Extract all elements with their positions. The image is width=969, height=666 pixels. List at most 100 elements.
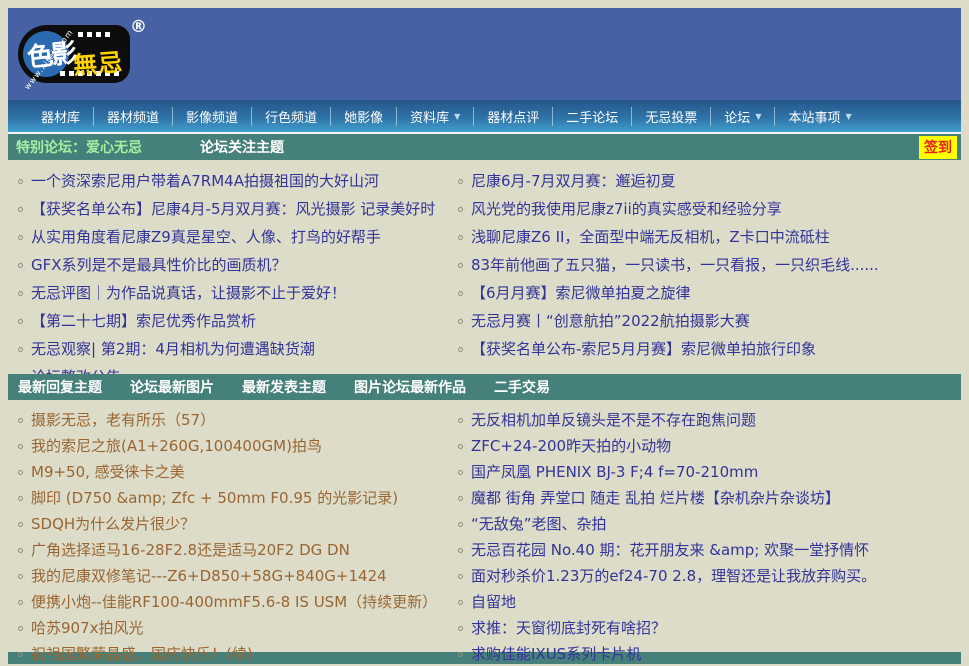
topic-link[interactable]: 无忌月赛丨“创意航拍”2022航拍摄影大赛 [471, 312, 750, 330]
bullet-icon [18, 496, 23, 501]
topic-link[interactable]: 祝祖国繁荣昌盛，国庆快乐！(续) [31, 645, 253, 663]
bullet-icon [18, 626, 23, 631]
bullet-icon [18, 347, 23, 352]
topic-link[interactable]: 面对秒杀价1.23万的ef24-70 2.8，理智还是让我放弃购买。 [471, 567, 876, 585]
topic-link[interactable]: 魔都 街角 弄堂口 随走 乱拍 烂片楼【杂机杂片杂谈坊】 [471, 489, 840, 507]
topic-list-item: M9+50, 感受徕卡之美 [18, 459, 448, 485]
topic-list-item: 风光党的我使用尼康z7ii的真实感受和经验分享 [458, 195, 961, 223]
topic-list-item: 浅聊尼康Z6 II，全面型中端无反相机，Z卡口中流砥柱 [458, 223, 961, 251]
nav-item[interactable]: 行色频道 [252, 107, 331, 126]
bullet-icon [18, 319, 23, 324]
nav-item[interactable]: 影像频道 [173, 107, 252, 126]
topic-tab[interactable]: 最新回复主题 [18, 377, 102, 397]
topic-list-item: 无忌月赛丨“创意航拍”2022航拍摄影大赛 [458, 307, 961, 335]
topic-link[interactable]: 摄影无忌，老有所乐（57） [31, 411, 215, 429]
topic-link[interactable]: 哈苏907x拍风光 [31, 619, 144, 637]
topic-tabs: 最新回复主题 论坛最新图片 最新发表主题 图片论坛最新作品 二手交易 [16, 377, 550, 397]
topic-tab[interactable]: 二手交易 [494, 377, 550, 397]
topic-list-item: GFX系列是不是最具性价比的画质机？ [18, 251, 448, 279]
topic-link[interactable]: 自留地 [471, 593, 516, 611]
topic-list-item: 无忌评图｜为作品说真话，让摄影不止于爱好！ [18, 279, 448, 307]
topic-link[interactable]: 浅聊尼康Z6 II，全面型中端无反相机，Z卡口中流砥柱 [471, 228, 830, 246]
logo-filmstrip-shape: 色影 無忌 www.xitek.com [20, 27, 128, 81]
topic-list-item: 无忌百花园 No.40 期：花开朋友来 &amp; 欢聚一堂抒情怀 [458, 537, 961, 563]
topic-link[interactable]: M9+50, 感受徕卡之美 [31, 463, 185, 481]
nav-item[interactable]: 器材频道 [94, 107, 173, 126]
topic-link[interactable]: 尼康6月-7月双月赛：邂逅初夏 [471, 172, 676, 190]
topic-list-item: 我的索尼之旅(A1+260G,100400GM)拍鸟 [18, 433, 448, 459]
topic-link[interactable]: “无敌兔”老图、杂拍 [471, 515, 607, 533]
bullet-icon [458, 319, 463, 324]
topic-list-item: 无忌观察| 第2期：4月相机为何遭遇缺货潮 [18, 335, 448, 363]
topic-link[interactable]: ZFC+24-200昨天拍的小动物 [471, 437, 671, 455]
site-logo[interactable]: 色影 無忌 www.xitek.com ® [20, 21, 160, 85]
bullet-icon [458, 347, 463, 352]
bullet-icon [458, 470, 463, 475]
special-forum-link[interactable]: 特别论坛：爱心无忌 [16, 137, 142, 157]
signin-button[interactable]: 签到 [919, 136, 957, 159]
topic-link[interactable]: GFX系列是不是最具性价比的画质机？ [31, 256, 287, 274]
nav-item[interactable]: 资料库▼ [397, 107, 474, 126]
nav-item[interactable]: 无忌投票 [632, 107, 711, 126]
registered-trademark-icon: ® [130, 17, 147, 37]
bullet-icon [458, 291, 463, 296]
nav-item[interactable]: 她影像 [331, 107, 397, 126]
bullet-icon [18, 179, 23, 184]
nav-item[interactable]: 二手论坛 [553, 107, 632, 126]
topic-link[interactable]: 【获奖名单公布-索尼5月月赛】索尼微单拍旅行印象 [471, 340, 816, 358]
special-forum-bar: 特别论坛：爱心无忌 论坛关注主题 签到 [8, 134, 961, 160]
bullet-icon [458, 444, 463, 449]
bullet-icon [18, 548, 23, 553]
nav-item[interactable]: 本站事项▼ [775, 107, 864, 126]
topic-list-item: 哈苏907x拍风光 [18, 615, 448, 641]
topic-link[interactable]: 风光党的我使用尼康z7ii的真实感受和经验分享 [471, 200, 782, 218]
focus-topics-section: 一个资深索尼用户带着A7RM4A拍摄祖国的大好山河【获奖名单公布】尼康4月-5月… [8, 160, 961, 374]
focus-topics-right-column: 尼康6月-7月双月赛：邂逅初夏风光党的我使用尼康z7ii的真实感受和经验分享浅聊… [448, 160, 961, 369]
topic-link[interactable]: 国产凤凰 PHENIX BJ-3 F;4 f=70-210mm [471, 463, 758, 481]
bullet-icon [458, 496, 463, 501]
nav-item[interactable]: 器材点评 [474, 107, 553, 126]
topic-list-item: 求推：天窗彻底封死有啥招？ [458, 615, 961, 641]
nav-item[interactable]: 器材库 [28, 107, 94, 126]
topic-link[interactable]: 【获奖名单公布】尼康4月-5月双月赛：风光摄影 记录美好时 [31, 200, 435, 218]
topic-link[interactable]: 求购佳能IXUS系列卡片机 [471, 645, 641, 663]
topic-link[interactable]: 求推：天窗彻底封死有啥招？ [471, 619, 666, 637]
topic-list-item: 广角选择适马16-28F2.8还是适马20F2 DG DN [18, 537, 448, 563]
latest-topics-tabbar: 最新回复主题 论坛最新图片 最新发表主题 图片论坛最新作品 二手交易 [8, 374, 961, 400]
topic-link[interactable]: 无忌百花园 No.40 期：花开朋友来 &amp; 欢聚一堂抒情怀 [471, 541, 869, 559]
topic-link[interactable]: 脚印 (D750 &amp; Zfc + 50mm F0.95 的光影记录) [31, 489, 398, 507]
topic-link[interactable]: 从实用角度看尼康Z9真是星空、人像、打鸟的好帮手 [31, 228, 381, 246]
main-nav: 器材库器材频道影像频道行色频道她影像资料库▼器材点评二手论坛无忌投票论坛▼本站事… [8, 100, 961, 134]
topic-link[interactable]: 无反相机加单反镜头是不是不存在跑焦问题 [471, 411, 756, 429]
bullet-icon [458, 263, 463, 268]
topic-list-item: SDQH为什么发片很少？ [18, 511, 448, 537]
forum-focus-topics-label[interactable]: 论坛关注主题 [200, 137, 284, 157]
topic-tab[interactable]: 论坛最新图片 [130, 377, 214, 397]
bullet-icon [18, 522, 23, 527]
topic-link[interactable]: 【6月月赛】索尼微单拍夏之旋律 [471, 284, 691, 302]
latest-topics-section: 摄影无忌，老有所乐（57） 我的索尼之旅(A1+260G,100400GM)拍鸟 M… [8, 400, 961, 652]
nav-item[interactable]: 论坛▼ [711, 107, 775, 126]
topic-link[interactable]: 我的尼康双修笔记---Z6+D850+58G+840G+1424 [31, 567, 387, 585]
topic-tab[interactable]: 最新发表主题 [242, 377, 326, 397]
topic-list-item: 魔都 街角 弄堂口 随走 乱拍 烂片楼【杂机杂片杂谈坊】 [458, 485, 961, 511]
topic-link[interactable]: 83年前他画了五只猫，一只读书，一只看报，一只织毛线...... [471, 256, 879, 274]
topic-list-item: 自留地 [458, 589, 961, 615]
topic-link[interactable]: 无忌评图｜为作品说真话，让摄影不止于爱好！ [31, 284, 346, 302]
topic-link[interactable]: 一个资深索尼用户带着A7RM4A拍摄祖国的大好山河 [31, 172, 379, 190]
topic-list-item: 从实用角度看尼康Z9真是星空、人像、打鸟的好帮手 [18, 223, 448, 251]
topic-link[interactable]: 广角选择适马16-28F2.8还是适马20F2 DG DN [31, 541, 350, 559]
topic-list-item: 脚印 (D750 &amp; Zfc + 50mm F0.95 的光影记录) [18, 485, 448, 511]
topic-tab[interactable]: 图片论坛最新作品 [354, 377, 466, 397]
topic-link[interactable]: 便携小炮--佳能RF100-400mmF5.6-8 IS USM（持续更新） [31, 593, 437, 611]
bullet-icon [458, 626, 463, 631]
bullet-icon [458, 548, 463, 553]
topic-link[interactable]: 无忌观察| 第2期：4月相机为何遭遇缺货潮 [31, 340, 315, 358]
bullet-icon [458, 235, 463, 240]
topic-link[interactable]: 【第二十七期】索尼优秀作品赏析 [31, 312, 256, 330]
topic-list-item: 我的尼康双修笔记---Z6+D850+58G+840G+1424 [18, 563, 448, 589]
bullet-icon [18, 652, 23, 657]
topic-list-item: “无敌兔”老图、杂拍 [458, 511, 961, 537]
topic-link[interactable]: 我的索尼之旅(A1+260G,100400GM)拍鸟 [31, 437, 322, 455]
topic-link[interactable]: SDQH为什么发片很少？ [31, 515, 195, 533]
